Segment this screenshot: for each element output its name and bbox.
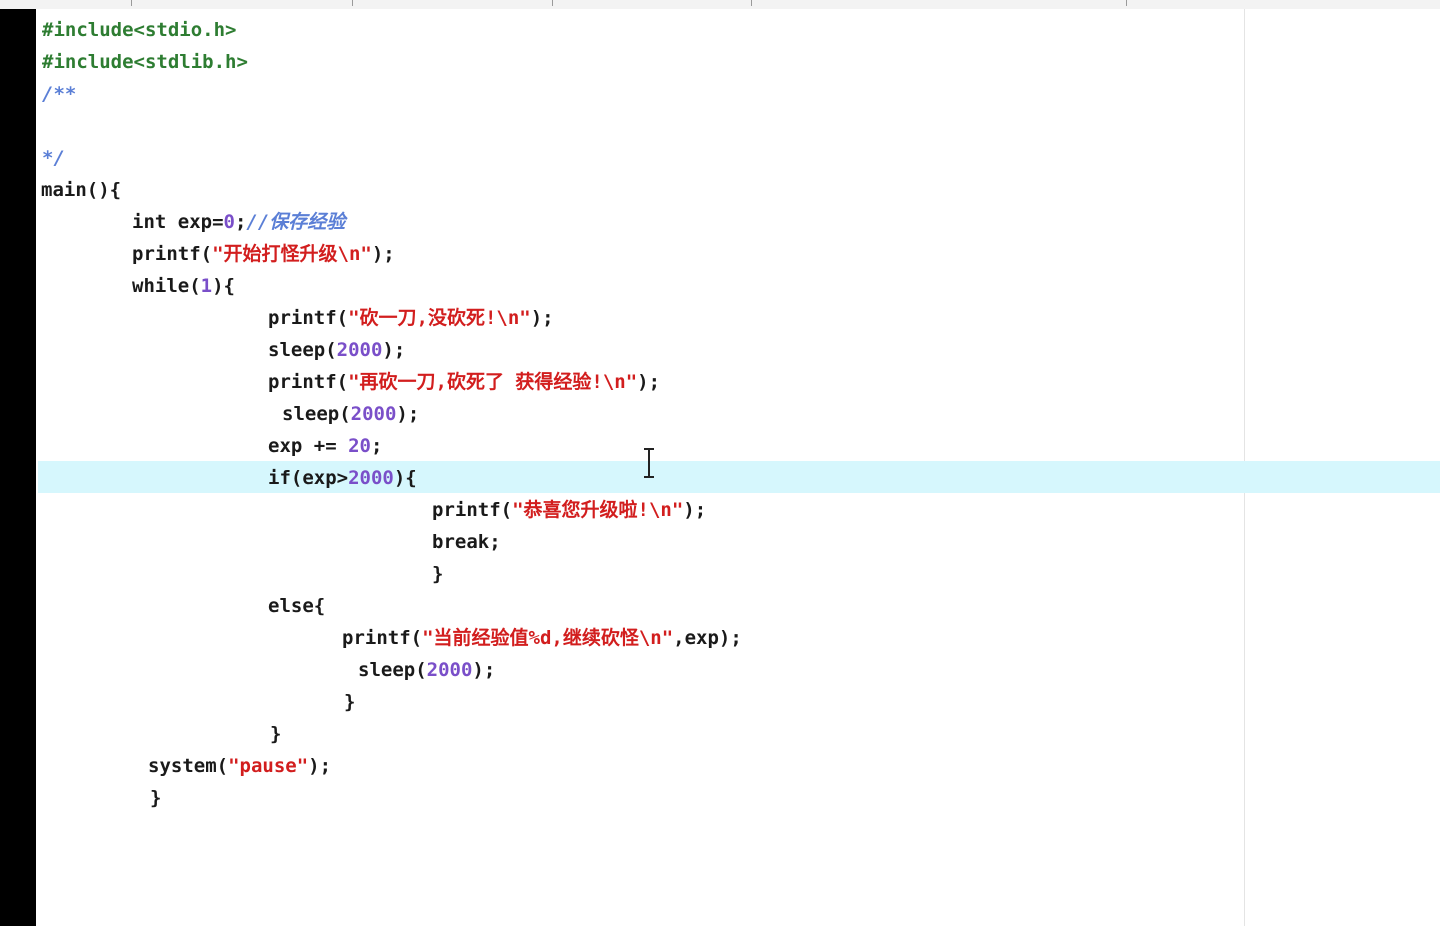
code-token: );	[371, 243, 395, 265]
code-token: sleep(	[358, 659, 427, 681]
code-token: 1	[200, 275, 213, 297]
code-line[interactable]: }	[150, 782, 161, 814]
code-token: "砍一刀,没砍死!\n"	[348, 307, 531, 329]
code-token: while(	[132, 275, 201, 297]
code-token: printf(	[132, 243, 213, 265]
code-line[interactable]: system("pause");	[148, 750, 331, 782]
code-line[interactable]: int exp=0;//保存经验	[132, 206, 345, 238]
code-token: ,exp);	[673, 627, 742, 649]
code-line[interactable]: else{	[268, 590, 325, 622]
code-token: );	[637, 371, 661, 393]
line-number-gutter	[0, 9, 36, 926]
code-line[interactable]: printf("当前经验值%d,继续砍怪\n",exp);	[342, 622, 742, 654]
code-token: #include<stdlib.h>	[42, 51, 248, 73]
code-line[interactable]: sleep(2000);	[358, 654, 495, 686]
current-line-highlight	[38, 461, 1440, 493]
code-token: "恭喜您升级啦!\n"	[512, 499, 684, 521]
code-line[interactable]: printf("砍一刀,没砍死!\n");	[268, 302, 554, 334]
code-token: printf(	[268, 371, 349, 393]
code-token: exp +=	[268, 435, 349, 457]
code-line[interactable]: exp += 20;	[268, 430, 382, 462]
code-line[interactable]: }	[270, 718, 281, 750]
code-token: int exp=	[132, 211, 224, 233]
code-token: 2000	[336, 339, 383, 361]
code-token: ;	[370, 435, 383, 457]
tab-separator	[751, 0, 752, 6]
code-token: );	[683, 499, 707, 521]
code-token: system(	[148, 755, 229, 777]
code-token: );	[382, 339, 406, 361]
code-token: }	[432, 563, 444, 585]
code-token: ){	[393, 467, 417, 489]
code-line[interactable]: /**	[42, 78, 76, 110]
code-token: }	[150, 787, 162, 809]
code-line[interactable]: #include<stdio.h>	[42, 14, 236, 46]
code-line[interactable]: }	[344, 686, 355, 718]
code-token: ;	[234, 211, 247, 233]
tab-separator	[352, 0, 353, 6]
tab-separator	[131, 0, 132, 6]
code-token: else{	[268, 595, 326, 617]
code-token: }	[344, 691, 356, 713]
code-token: /**	[42, 83, 77, 105]
code-token: #include<stdio.h>	[42, 19, 237, 41]
code-line[interactable]: sleep(2000);	[282, 398, 419, 430]
code-line[interactable]: break;	[432, 526, 501, 558]
code-token: //保存经验	[246, 211, 346, 233]
code-line[interactable]: #include<stdlib.h>	[42, 46, 248, 78]
code-token: "再砍一刀,砍死了 获得经验!\n"	[348, 371, 638, 393]
code-token: 2000	[350, 403, 397, 425]
code-token: 0	[223, 211, 235, 233]
code-token: );	[396, 403, 420, 425]
code-line[interactable]: printf("再砍一刀,砍死了 获得经验!\n");	[268, 366, 660, 398]
code-token: printf(	[268, 307, 349, 329]
code-token: 20	[348, 435, 371, 457]
code-line[interactable]: while(1){	[132, 270, 235, 302]
code-token: "开始打怪升级\n"	[212, 243, 372, 265]
code-line[interactable]: main(){	[41, 174, 121, 206]
code-token: );	[308, 755, 332, 777]
code-token: sleep(	[268, 339, 337, 361]
tab-separator	[1126, 0, 1127, 6]
code-token: 2000	[426, 659, 473, 681]
code-token: break;	[432, 531, 501, 553]
code-token: );	[472, 659, 496, 681]
code-token: "当前经验值%d,继续砍怪\n"	[422, 627, 674, 649]
code-token: 2000	[348, 467, 394, 489]
code-line[interactable]: sleep(2000);	[268, 334, 405, 366]
code-token: }	[270, 723, 282, 745]
code-token: sleep(	[282, 403, 351, 425]
tab-separator	[552, 0, 553, 6]
code-line[interactable]: printf("开始打怪升级\n");	[132, 238, 395, 270]
text-cursor-icon	[644, 448, 654, 478]
code-token: );	[530, 307, 554, 329]
code-token: ){	[212, 275, 235, 297]
code-line[interactable]: */	[42, 142, 65, 174]
code-token: "pause"	[228, 755, 309, 777]
code-line[interactable]: if(exp>2000){	[268, 462, 417, 494]
code-token: printf(	[432, 499, 513, 521]
code-token: */	[42, 147, 65, 169]
code-token: if(exp>	[268, 467, 349, 489]
code-line[interactable]: }	[432, 558, 443, 590]
code-token: printf(	[342, 627, 423, 649]
code-token: main(){	[41, 179, 122, 201]
code-line[interactable]: printf("恭喜您升级啦!\n");	[432, 494, 706, 526]
